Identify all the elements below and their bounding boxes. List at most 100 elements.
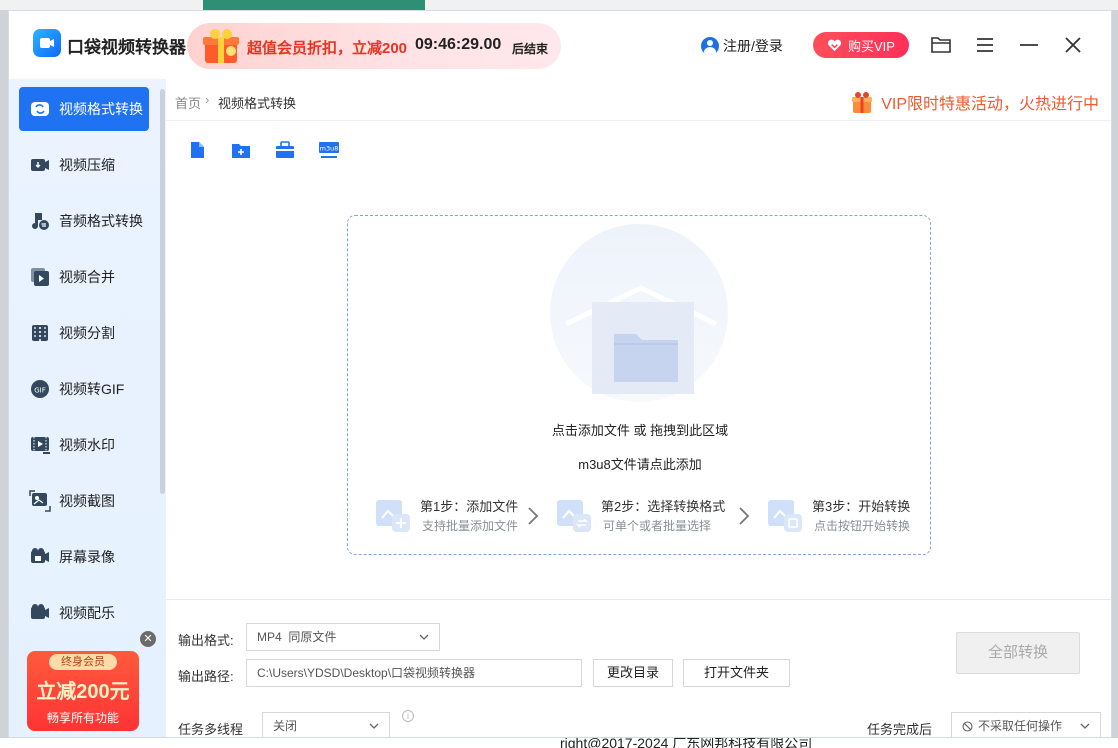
vip-card-sub: 畅享所有功能 bbox=[46, 711, 119, 725]
multithread-value: 关闭 bbox=[273, 719, 298, 733]
svg-text:GIF: GIF bbox=[34, 387, 46, 395]
vip-card-tag: 终身会员 bbox=[49, 654, 117, 670]
user-icon bbox=[701, 37, 719, 55]
menu-button[interactable] bbox=[973, 33, 997, 57]
clear-list-button[interactable] bbox=[274, 139, 296, 161]
multithread-select[interactable]: 关闭 bbox=[262, 712, 390, 737]
sidebar-item-video-music[interactable]: 视频配乐 bbox=[19, 591, 149, 635]
split-icon bbox=[32, 323, 48, 343]
output-format-select[interactable]: MP4 同原文件 bbox=[246, 623, 440, 651]
chevron-down-icon bbox=[369, 723, 379, 729]
sidebar-item-video-screenshot[interactable]: 视频截图 bbox=[19, 479, 149, 523]
breadcrumb-home[interactable]: 首页 bbox=[175, 93, 201, 112]
step-select-format: 第2步：选择转换格式 可单个或者批量选择 bbox=[555, 494, 725, 538]
vip-activity-text: VIP限时特惠活动，火热进行中 bbox=[881, 96, 1099, 113]
heart-icon bbox=[827, 39, 842, 51]
close-button[interactable] bbox=[1061, 33, 1085, 57]
title-bar: 口袋视频转换器 超值会员折扣，立减200 09:46:29.00 后结束 注册/… bbox=[9, 11, 1111, 79]
sidebar-item-video-compress[interactable]: 视频压缩 bbox=[19, 143, 149, 187]
file-drop-zone[interactable]: 点击添加文件 或 拖拽到此区域 m3u8文件请点此添加 第1步：添加文件 支持批… bbox=[347, 215, 931, 555]
open-folder-button[interactable]: 打开文件夹 bbox=[683, 659, 790, 687]
after-task-label: 任务完成后 bbox=[867, 722, 933, 737]
m3u8-icon: m3u8 bbox=[319, 142, 339, 158]
video-convert-icon bbox=[31, 102, 49, 116]
main-panel: 首页 › 视频格式转换 VIP限时特惠活动，火热进行中 m3u8 点击添加文件 … bbox=[166, 79, 1111, 737]
sidebar-item-label: 视频格式转换 bbox=[59, 101, 143, 117]
close-vip-card-button[interactable]: ✕ bbox=[140, 631, 156, 647]
ban-icon bbox=[962, 721, 973, 732]
sidebar: 视频格式转换 视频压缩 音频格式转换 视频合并 视频分割 GIF 视频转GIF … bbox=[9, 79, 166, 737]
multithread-label: 任务多线程 bbox=[178, 722, 244, 737]
minimize-icon bbox=[1020, 44, 1038, 46]
audio-convert-icon bbox=[32, 213, 49, 230]
chevron-right-icon: › bbox=[205, 92, 210, 107]
sidebar-item-label: 屏幕录像 bbox=[59, 549, 115, 565]
step-add-file: 第1步：添加文件 支持批量添加文件 bbox=[374, 494, 534, 538]
sidebar-item-label: 视频水印 bbox=[59, 437, 115, 453]
video-music-icon bbox=[31, 604, 49, 619]
promo-end-label: 后结束 bbox=[512, 42, 549, 56]
output-path-field[interactable]: C:\Users\YDSD\Desktop\口袋视频转换器 bbox=[246, 659, 582, 687]
m3u8-hint[interactable]: m3u8文件请点此添加 bbox=[348, 454, 932, 473]
app-logo-icon bbox=[33, 29, 61, 57]
drop-zone-hint: 点击添加文件 或 拖拽到此区域 bbox=[551, 423, 729, 438]
add-file-button[interactable] bbox=[186, 139, 208, 161]
output-path-label: 输出路径: bbox=[178, 669, 234, 684]
step-start-icon bbox=[768, 500, 802, 532]
compress-icon bbox=[31, 159, 49, 171]
chevron-down-icon bbox=[1080, 723, 1090, 729]
folder-button[interactable] bbox=[929, 33, 953, 57]
vip-activity-banner[interactable]: VIP限时特惠活动，火热进行中 bbox=[849, 89, 1099, 115]
sidebar-item-audio-format[interactable]: 音频格式转换 bbox=[19, 199, 149, 243]
sidebar-item-screen-record[interactable]: 屏幕录像 bbox=[19, 535, 149, 579]
step-sub: 可单个或者批量选择 bbox=[603, 519, 712, 533]
folder-icon bbox=[931, 37, 951, 53]
info-icon[interactable]: i bbox=[402, 710, 414, 722]
convert-all-button[interactable]: 全部转换 bbox=[956, 632, 1080, 674]
gift-icon bbox=[203, 29, 239, 63]
step-title: 第2步：选择转换格式 bbox=[601, 499, 726, 514]
vip-promo-card[interactable]: 终身会员 立减200元 畅享所有功能 bbox=[27, 651, 139, 731]
sidebar-item-video-gif[interactable]: GIF 视频转GIF bbox=[19, 367, 149, 411]
background-window-tab bbox=[203, 0, 425, 10]
menu-icon bbox=[977, 38, 993, 52]
sidebar-item-label: 视频分割 bbox=[59, 325, 115, 341]
toolbox-icon bbox=[276, 141, 294, 158]
watermark-icon bbox=[31, 437, 50, 454]
step-start-convert: 第3步：开始转换 点击按钮开始转换 bbox=[766, 494, 926, 538]
sidebar-item-video-merge[interactable]: 视频合并 bbox=[19, 255, 149, 299]
login-label: 注册/登录 bbox=[723, 38, 783, 54]
after-task-select[interactable]: 不采取任何操作 bbox=[951, 712, 1101, 737]
sidebar-item-label: 音频格式转换 bbox=[59, 213, 143, 229]
add-m3u8-button[interactable]: m3u8 bbox=[318, 139, 340, 161]
minimize-button[interactable] bbox=[1017, 33, 1041, 57]
buy-vip-label: 购买VIP bbox=[848, 38, 895, 54]
screenshot-icon bbox=[29, 490, 51, 512]
sidebar-item-label: 视频截图 bbox=[59, 493, 115, 509]
change-directory-button[interactable]: 更改目录 bbox=[593, 659, 673, 687]
file-icon bbox=[191, 142, 204, 158]
sidebar-item-label: 视频转GIF bbox=[59, 381, 125, 397]
folder-add-icon bbox=[232, 144, 250, 158]
app-window: 口袋视频转换器 超值会员折扣，立减200 09:46:29.00 后结束 注册/… bbox=[8, 10, 1112, 738]
sidebar-item-video-format[interactable]: 视频格式转换 bbox=[19, 87, 149, 131]
sidebar-item-label: 视频合并 bbox=[59, 269, 115, 285]
chevron-down-icon bbox=[419, 634, 429, 640]
sidebar-scrollbar[interactable] bbox=[160, 89, 165, 494]
background-window-strip bbox=[0, 0, 1118, 10]
add-folder-button[interactable] bbox=[230, 139, 252, 161]
step-title: 第3步：开始转换 bbox=[812, 499, 911, 514]
svg-text:m3u8: m3u8 bbox=[320, 145, 339, 153]
sidebar-item-video-watermark[interactable]: 视频水印 bbox=[19, 423, 149, 467]
buy-vip-button[interactable]: 购买VIP bbox=[813, 32, 909, 58]
background-copyright: right@2017-2024 广东网邦科技有限公司 bbox=[560, 738, 813, 748]
promo-banner[interactable]: 超值会员折扣，立减200 09:46:29.00 后结束 bbox=[187, 23, 561, 69]
merge-icon bbox=[31, 268, 49, 286]
sidebar-item-label: 视频配乐 bbox=[59, 605, 115, 621]
toolbar: m3u8 bbox=[186, 139, 340, 161]
close-icon bbox=[1065, 37, 1081, 53]
chevron-right-icon bbox=[739, 507, 750, 525]
login-button[interactable]: 注册/登录 bbox=[701, 36, 783, 56]
sidebar-item-video-split[interactable]: 视频分割 bbox=[19, 311, 149, 355]
gift-box-icon bbox=[852, 92, 873, 113]
